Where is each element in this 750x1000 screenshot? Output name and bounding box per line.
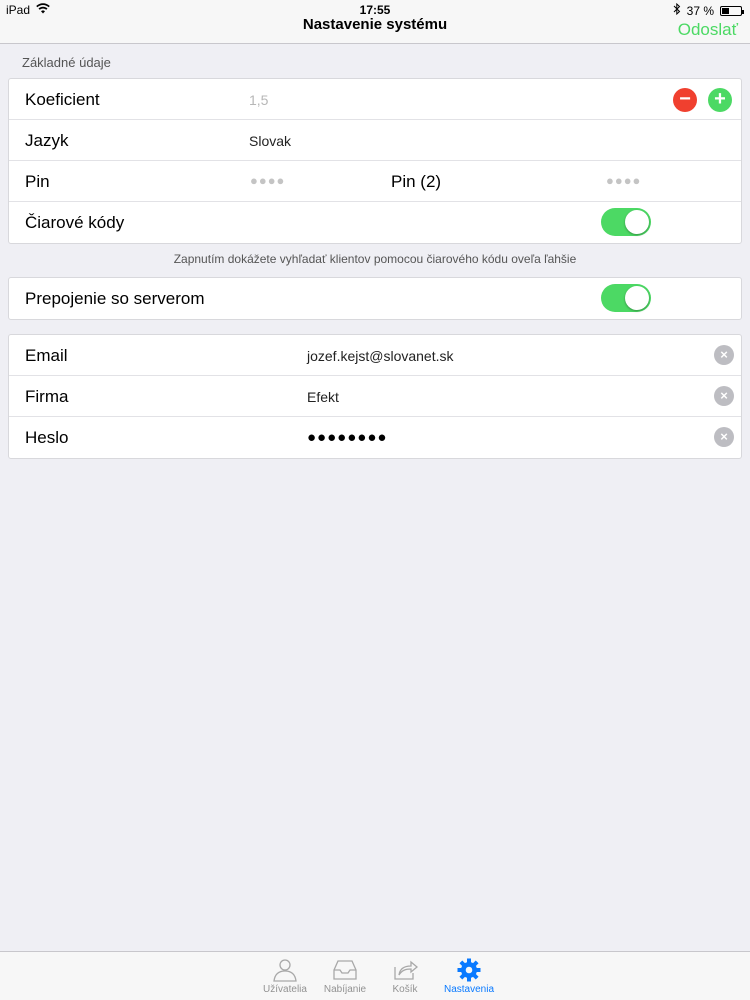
server-row: Prepojenie so serverom bbox=[9, 278, 741, 319]
gear-icon bbox=[442, 958, 496, 982]
email-row: Email jozef.kejst@slovanet.sk × bbox=[9, 335, 741, 376]
tab-charging[interactable]: Nabíjanie bbox=[322, 958, 368, 995]
pin2-field[interactable]: ●●●● bbox=[606, 173, 641, 188]
pin-row: Pin ●●●● Pin (2) ●●●● bbox=[9, 161, 741, 202]
password-field[interactable]: ●●●●●●●● bbox=[307, 429, 387, 446]
increment-button[interactable]: + bbox=[708, 88, 732, 112]
section-header-basic: Základné údaje bbox=[22, 55, 111, 70]
server-label: Prepojenie so serverom bbox=[25, 289, 205, 308]
firma-row: Firma Efekt × bbox=[9, 376, 741, 417]
send-button[interactable]: Odoslať bbox=[678, 20, 738, 40]
koeficient-label: Koeficient bbox=[25, 90, 100, 109]
jazyk-label: Jazyk bbox=[25, 131, 69, 150]
share-tray-icon bbox=[382, 958, 428, 982]
clear-email-icon[interactable]: × bbox=[714, 345, 734, 365]
user-icon bbox=[262, 958, 308, 982]
bluetooth-icon bbox=[673, 2, 681, 18]
server-group: Prepojenie so serverom bbox=[8, 277, 742, 320]
clear-password-icon[interactable]: × bbox=[714, 427, 734, 447]
barcode-toggle[interactable] bbox=[601, 208, 651, 236]
koeficient-row: Koeficient 1,5 − + bbox=[9, 79, 741, 120]
tab-bar: Užívatelia Nabíjanie Košík Nastavenia bbox=[0, 951, 750, 1000]
battery-percent: 37 % bbox=[686, 3, 714, 18]
toggle-knob bbox=[625, 210, 649, 234]
heslo-row: Heslo ●●●●●●●● × bbox=[9, 417, 741, 458]
inbox-icon bbox=[322, 958, 368, 982]
account-group: Email jozef.kejst@slovanet.sk × Firma Ef… bbox=[8, 334, 742, 459]
email-label: Email bbox=[25, 346, 68, 365]
pin-field[interactable]: ●●●● bbox=[250, 173, 285, 188]
tab-label: Užívatelia bbox=[263, 984, 307, 995]
email-field[interactable]: jozef.kejst@slovanet.sk bbox=[307, 348, 454, 364]
decrement-button[interactable]: − bbox=[673, 88, 697, 112]
server-toggle[interactable] bbox=[601, 284, 651, 312]
battery-icon bbox=[720, 5, 744, 16]
tab-cart[interactable]: Košík bbox=[382, 958, 428, 995]
firma-field[interactable]: Efekt bbox=[307, 389, 339, 405]
tab-label: Nabíjanie bbox=[323, 984, 367, 995]
status-time: 17:55 bbox=[359, 3, 391, 17]
jazyk-value[interactable]: Slovak bbox=[249, 133, 291, 149]
firma-label: Firma bbox=[25, 387, 69, 406]
pin2-label: Pin (2) bbox=[391, 172, 442, 191]
pin-label: Pin bbox=[25, 172, 50, 191]
tab-label: Nastavenia bbox=[443, 984, 495, 995]
barcode-label: Čiarové kódy bbox=[25, 213, 125, 232]
tab-label: Košík bbox=[392, 984, 418, 995]
basic-settings-group: Koeficient 1,5 − + Jazyk Slovak Pin ●●●●… bbox=[8, 78, 742, 244]
barcode-row: Čiarové kódy bbox=[9, 202, 741, 243]
heslo-label: Heslo bbox=[25, 428, 69, 447]
toggle-knob bbox=[625, 286, 649, 310]
tab-settings[interactable]: Nastavenia bbox=[442, 958, 496, 995]
barcode-footnote: Zapnutím dokážete vyhľadať klientov pomo… bbox=[173, 252, 577, 266]
jazyk-row[interactable]: Jazyk Slovak bbox=[9, 120, 741, 161]
tab-users[interactable]: Užívatelia bbox=[262, 958, 308, 995]
status-bar: iPad 17:55 37 % bbox=[0, 0, 750, 20]
clear-firma-icon[interactable]: × bbox=[714, 386, 734, 406]
koeficient-field[interactable]: 1,5 bbox=[249, 92, 268, 108]
